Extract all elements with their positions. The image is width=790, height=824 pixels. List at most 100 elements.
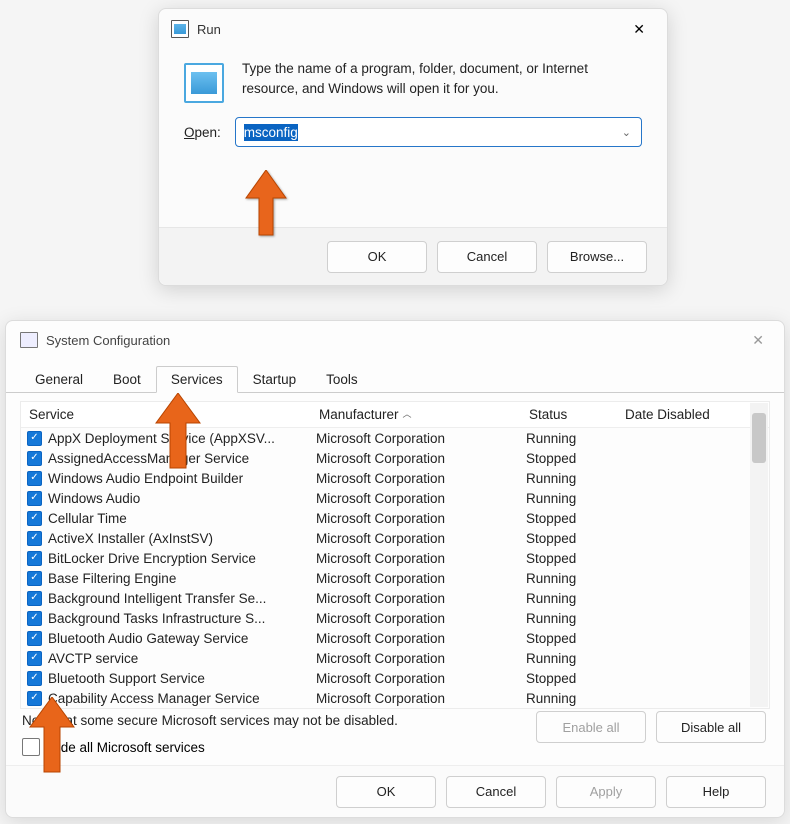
- tab-boot[interactable]: Boot: [98, 366, 156, 393]
- service-checkbox[interactable]: ✓: [27, 631, 42, 646]
- table-row[interactable]: ✓ Cellular TimeMicrosoft CorporationStopp…: [21, 508, 769, 528]
- service-name: Background Intelligent Transfer Se...: [48, 591, 316, 606]
- service-name: Cellular Time: [48, 511, 316, 526]
- service-checkbox[interactable]: ✓: [27, 551, 42, 566]
- table-row[interactable]: ✓Bluetooth Support ServiceMicrosoft Corp…: [21, 668, 769, 688]
- close-icon[interactable]: ✕: [623, 17, 655, 42]
- service-name: BitLocker Drive Encryption Service: [48, 551, 316, 566]
- table-row[interactable]: ✓ BitLocker Drive Encryption ServiceMicro…: [21, 548, 769, 568]
- service-manufacturer: Microsoft Corporation: [316, 511, 526, 526]
- table-row[interactable]: ✓ Background Tasks Infrastructure S...Mic…: [21, 608, 769, 628]
- service-name: AVCTP service: [48, 651, 316, 666]
- service-checkbox[interactable]: ✓: [27, 451, 42, 466]
- service-status: Running: [526, 491, 622, 506]
- table-header: Service Manufacturer︿ Status Date Disabl…: [21, 402, 769, 428]
- close-icon[interactable]: ✕: [746, 330, 770, 351]
- service-status: Running: [526, 651, 622, 666]
- tab-services[interactable]: Services: [156, 366, 238, 393]
- run-icon-large: [184, 63, 224, 103]
- tab-general[interactable]: General: [20, 366, 98, 393]
- ok-button[interactable]: OK: [327, 241, 427, 273]
- apply-button[interactable]: Apply: [556, 776, 656, 808]
- table-row[interactable]: ✓ AVCTP serviceMicrosoft CorporationRunni…: [21, 648, 769, 668]
- cancel-button[interactable]: Cancel: [437, 241, 537, 273]
- service-status: Stopped: [526, 451, 622, 466]
- run-title-bar: Run ✕: [159, 9, 667, 49]
- service-status: Running: [526, 471, 622, 486]
- open-label: Open:: [184, 125, 221, 140]
- table-body: ✓ AppX Deployment Service (AppXSV... Micro…: [21, 428, 769, 708]
- service-name: Windows Audio: [48, 491, 316, 506]
- service-manufacturer: Microsoft Corporation: [316, 651, 526, 666]
- service-name: AssignedAccessManager Service: [48, 451, 316, 466]
- service-name: Windows Audio Endpoint Builder: [48, 471, 316, 486]
- table-row[interactable]: ✓Background Intelligent Transfer Se...Mi…: [21, 588, 769, 608]
- service-status: Running: [526, 691, 622, 706]
- system-configuration-dialog: System Configuration ✕ General Boot Serv…: [5, 320, 785, 818]
- service-manufacturer: Microsoft Corporation: [316, 471, 526, 486]
- table-row[interactable]: ✓AppX Deployment Service (AppXSV...Micro…: [21, 428, 769, 448]
- service-checkbox[interactable]: ✓: [27, 491, 42, 506]
- services-table: Service Manufacturer︿ Status Date Disabl…: [20, 401, 770, 709]
- table-row[interactable]: ✓ Windows Audio Endpoint BuilderMicrosoft…: [21, 468, 769, 488]
- service-checkbox[interactable]: ✓: [27, 471, 42, 486]
- sysconfig-title-bar: System Configuration ✕: [6, 321, 784, 359]
- service-checkbox[interactable]: ✓: [27, 531, 42, 546]
- vertical-scrollbar[interactable]: [750, 403, 768, 707]
- service-status: Running: [526, 591, 622, 606]
- cancel-button[interactable]: Cancel: [446, 776, 546, 808]
- sysconfig-icon: [20, 332, 38, 348]
- col-manufacturer-label: Manufacturer: [319, 407, 399, 422]
- service-checkbox[interactable]: ✓: [27, 651, 42, 666]
- col-manufacturer[interactable]: Manufacturer︿: [311, 407, 521, 422]
- run-icon: [171, 20, 189, 38]
- service-status: Stopped: [526, 511, 622, 526]
- service-status: Running: [526, 571, 622, 586]
- service-status: Stopped: [526, 671, 622, 686]
- table-row[interactable]: ✓ActiveX Installer (AxInstSV)Microsoft C…: [21, 528, 769, 548]
- sysconfig-title: System Configuration: [46, 333, 170, 348]
- open-value[interactable]: msconfig: [244, 124, 298, 141]
- table-row[interactable]: ✓Windows AudioMicrosoft CorporationRunni…: [21, 488, 769, 508]
- service-name: Capability Access Manager Service: [48, 691, 316, 706]
- service-checkbox[interactable]: ✓: [27, 611, 42, 626]
- tabs: General Boot Services Startup Tools: [6, 363, 784, 393]
- run-description: Type the name of a program, folder, docu…: [242, 59, 642, 103]
- table-row[interactable]: ✓Bluetooth Audio Gateway ServiceMicrosof…: [21, 628, 769, 648]
- service-name: AppX Deployment Service (AppXSV...: [48, 431, 316, 446]
- tab-tools[interactable]: Tools: [311, 366, 373, 393]
- service-checkbox[interactable]: ✓: [27, 431, 42, 446]
- service-checkbox[interactable]: ✓: [27, 591, 42, 606]
- service-manufacturer: Microsoft Corporation: [316, 531, 526, 546]
- service-checkbox[interactable]: ✓: [27, 671, 42, 686]
- table-row[interactable]: ✓Base Filtering EngineMicrosoft Corporat…: [21, 568, 769, 588]
- enable-all-button[interactable]: Enable all: [536, 711, 646, 743]
- chevron-down-icon[interactable]: ⌄: [622, 126, 631, 139]
- run-dialog: Run ✕ Type the name of a program, folder…: [158, 8, 668, 286]
- table-row[interactable]: ✓AssignedAccessManager ServiceMicrosoft …: [21, 448, 769, 468]
- ok-button[interactable]: OK: [336, 776, 436, 808]
- hide-ms-services-label: Hide all Microsoft services: [48, 740, 205, 755]
- service-status: Running: [526, 611, 622, 626]
- scrollbar-thumb[interactable]: [752, 413, 766, 463]
- col-status[interactable]: Status: [521, 407, 617, 422]
- service-manufacturer: Microsoft Corporation: [316, 631, 526, 646]
- service-checkbox[interactable]: ✓: [27, 691, 42, 706]
- service-status: Stopped: [526, 531, 622, 546]
- hide-ms-services-checkbox[interactable]: [22, 738, 40, 756]
- col-service[interactable]: Service: [21, 407, 311, 422]
- table-row[interactable]: ✓ Capability Access Manager ServiceMicros…: [21, 688, 769, 708]
- service-manufacturer: Microsoft Corporation: [316, 551, 526, 566]
- service-manufacturer: Microsoft Corporation: [316, 611, 526, 626]
- help-button[interactable]: Help: [666, 776, 766, 808]
- col-date-disabled[interactable]: Date Disabled: [617, 407, 727, 422]
- service-manufacturer: Microsoft Corporation: [316, 691, 526, 706]
- disable-all-button[interactable]: Disable all: [656, 711, 766, 743]
- service-checkbox[interactable]: ✓: [27, 571, 42, 586]
- service-status: Running: [526, 431, 622, 446]
- browse-button[interactable]: Browse...: [547, 241, 647, 273]
- tab-startup[interactable]: Startup: [238, 366, 312, 393]
- open-input[interactable]: msconfig ⌄: [235, 117, 642, 147]
- service-name: Background Tasks Infrastructure S...: [48, 611, 316, 626]
- service-checkbox[interactable]: ✓: [27, 511, 42, 526]
